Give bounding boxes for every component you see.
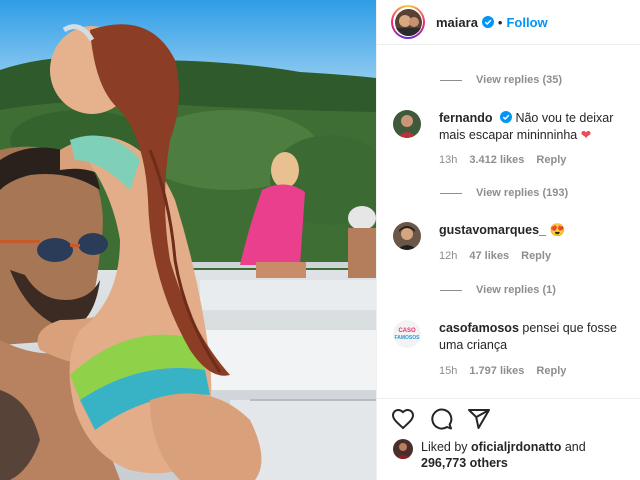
comment-time[interactable]: 15h	[439, 365, 457, 377]
likes-count[interactable]: 296,773 others	[421, 456, 508, 470]
liked-by-text: Liked by oficialjrdonatto and 296,773 ot…	[421, 439, 586, 471]
view-replies-label: View replies (193)	[476, 187, 569, 199]
liked-by-and: and	[564, 440, 586, 454]
svg-text:FAMOSOS: FAMOSOS	[394, 335, 420, 341]
comment-emoji: 😍	[549, 223, 566, 237]
comment-meta: 15h 1.797 likes Reply	[439, 365, 566, 377]
story-ring[interactable]	[391, 5, 425, 39]
comment-time[interactable]: 12h	[439, 250, 457, 262]
view-replies-button[interactable]: View replies (1)	[440, 284, 556, 296]
comment-text-block: gustavomarques_ 😍	[439, 222, 639, 239]
replies-divider	[440, 79, 462, 81]
comment-text-block: fernando Não vou te deixar mais escapar …	[439, 110, 639, 144]
commenter-avatar[interactable]	[393, 222, 421, 250]
share-icon[interactable]	[467, 407, 491, 431]
liked-by-prefix: Liked by	[421, 440, 468, 454]
post-photo[interactable]	[0, 0, 376, 480]
replies-divider	[440, 192, 462, 194]
comment-likes[interactable]: 47 likes	[469, 250, 509, 262]
liked-by-row: Liked by oficialjrdonatto and 296,773 ot…	[393, 439, 586, 471]
comment-meta: 13h 3.412 likes Reply	[439, 154, 566, 166]
reply-button[interactable]: Reply	[536, 365, 566, 377]
comment-text-block: casofamosos pensei que fosse uma criança	[439, 320, 639, 354]
post-side-panel: maiara • Follow View replies (35) fernan…	[376, 0, 640, 480]
comment-time[interactable]: 13h	[439, 154, 457, 166]
commenter-avatar[interactable]: CASO FAMOSOS	[393, 320, 421, 348]
author-username[interactable]: maiara	[436, 15, 478, 30]
verified-badge-icon	[499, 111, 512, 123]
post-actions: Liked by oficialjrdonatto and 296,773 ot…	[377, 398, 640, 480]
header-separator: •	[497, 14, 503, 30]
author-avatar	[394, 8, 422, 36]
heart-emoji: ❤	[580, 128, 592, 142]
commenter-username[interactable]: gustavomarques_	[439, 223, 546, 237]
commenter-avatar[interactable]	[393, 110, 421, 138]
comments-list[interactable]: View replies (35) fernando Não vou te de…	[377, 46, 640, 398]
view-replies-button[interactable]: View replies (35)	[440, 74, 562, 86]
reply-button[interactable]: Reply	[521, 250, 551, 262]
comment-icon[interactable]	[429, 407, 453, 431]
verified-badge-icon	[481, 16, 494, 28]
heart-icon[interactable]	[391, 407, 415, 431]
view-replies-label: View replies (35)	[476, 74, 563, 86]
reply-button[interactable]: Reply	[536, 154, 566, 166]
comment-likes[interactable]: 1.797 likes	[469, 365, 524, 377]
svg-text:CASO: CASO	[398, 328, 416, 334]
comment-meta: 12h 47 likes Reply	[439, 250, 551, 262]
commenter-username[interactable]: fernando	[439, 111, 492, 125]
follow-button[interactable]: Follow	[506, 15, 547, 30]
view-replies-button[interactable]: View replies (193)	[440, 187, 568, 199]
post-header: maiara • Follow	[377, 0, 640, 45]
replies-divider	[440, 289, 462, 291]
liker-avatar[interactable]	[393, 439, 413, 459]
view-replies-label: View replies (1)	[476, 284, 556, 296]
liker-username[interactable]: oficialjrdonatto	[471, 440, 561, 454]
commenter-username[interactable]: casofamosos	[439, 321, 519, 335]
comment-likes[interactable]: 3.412 likes	[469, 154, 524, 166]
